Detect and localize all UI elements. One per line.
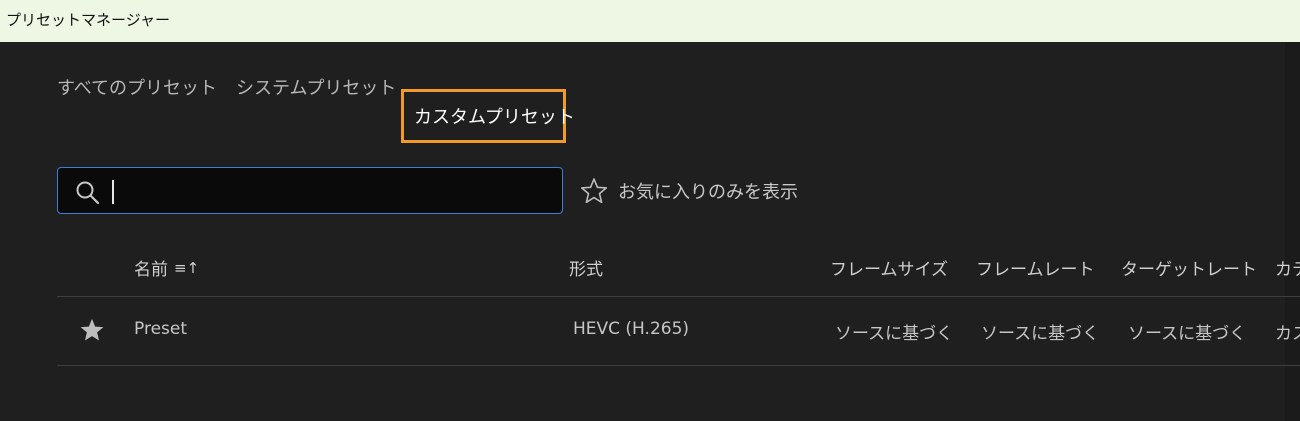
column-header-name[interactable]: 名前 ≡↑ <box>134 255 199 281</box>
column-header-format[interactable]: 形式 <box>569 255 603 280</box>
preset-name: Preset <box>134 319 188 339</box>
tab-system-presets[interactable]: システムプリセット <box>236 74 396 100</box>
favorite-star-icon[interactable] <box>79 317 105 348</box>
favorites-only-toggle[interactable]: お気に入りのみを表示 <box>580 176 798 206</box>
text-caret <box>112 180 114 204</box>
table-row[interactable]: Preset HEVC (H.265) ソースに基づく ソースに基づく ソースに… <box>57 297 1300 365</box>
row-divider <box>57 365 1300 366</box>
tab-custom-presets[interactable]: カスタムプリセット <box>401 89 575 143</box>
star-outline-icon <box>580 178 608 204</box>
column-header-name-label: 名前 <box>134 260 168 280</box>
sort-ascending-icon[interactable]: ≡↑ <box>174 259 199 277</box>
column-header-frame-rate[interactable]: フレームレート <box>976 255 1095 280</box>
search-icon <box>76 181 100 205</box>
title-bar: プリセットマネージャー <box>0 0 1300 42</box>
tab-all-presets[interactable]: すべてのプリセット <box>57 74 217 100</box>
column-header-target-rate[interactable]: ターゲットレート <box>1121 255 1257 280</box>
favorites-only-label: お気に入りのみを表示 <box>618 182 798 203</box>
column-header-frame-size[interactable]: フレームサイズ <box>830 255 948 280</box>
preset-frame-rate: ソースに基づく <box>981 324 1100 344</box>
preset-category: カス <box>1275 324 1300 344</box>
preset-target-rate: ソースに基づく <box>1128 324 1247 344</box>
window-title: プリセットマネージャー <box>6 11 170 29</box>
search-input[interactable] <box>57 167 563 214</box>
preset-frame-size: ソースに基づく <box>835 324 954 344</box>
tab-custom-presets-label: カスタムプリセット <box>414 107 575 128</box>
preset-format: HEVC (H.265) <box>573 319 690 339</box>
column-header-category[interactable]: カテ <box>1275 255 1300 280</box>
